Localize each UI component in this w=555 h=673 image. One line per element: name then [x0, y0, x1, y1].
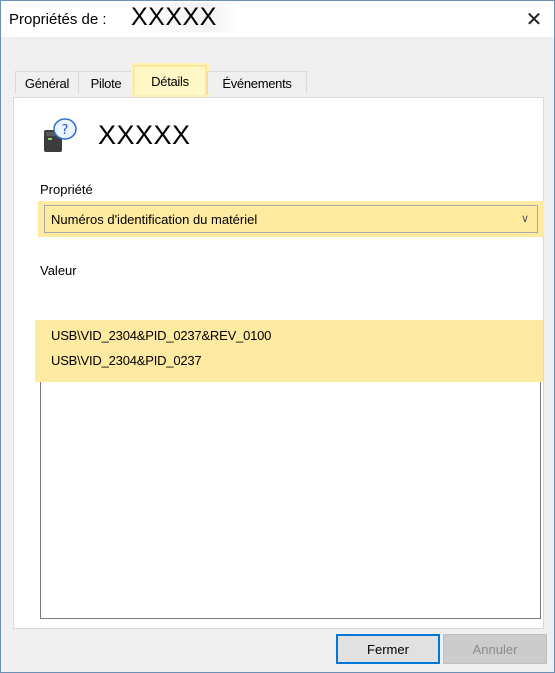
svg-text:?: ?	[62, 123, 69, 138]
properties-window: Propriétés de : XXXXX ✕ Général Pilote D…	[0, 0, 555, 673]
details-panel: ? XXXXX Propriété Numéros d'identificati…	[13, 97, 544, 629]
property-dropdown[interactable]: Numéros d'identification du matériel ∨	[44, 205, 538, 233]
tab-general[interactable]: Général	[15, 71, 79, 94]
unknown-device-icon: ?	[44, 118, 77, 152]
window-title: Propriétés de :	[9, 11, 107, 28]
device-name: XXXXX	[98, 120, 191, 150]
list-item[interactable]: USB\VID_2304&PID_0237	[51, 353, 202, 368]
tab-details[interactable]: Détails	[133, 65, 207, 95]
chevron-down-icon: ∨	[520, 213, 529, 225]
dialog-content: Général Pilote Détails Événements ? XXXX…	[1, 37, 554, 672]
title-bar[interactable]: Propriétés de : XXXXX ✕	[1, 1, 554, 37]
value-list[interactable]: USB\VID_2304&PID_0237&REV_0100 USB\VID_2…	[35, 320, 543, 619]
property-dropdown-value: Numéros d'identification du matériel	[51, 211, 258, 227]
value-label: Valeur	[40, 263, 77, 278]
list-item[interactable]: USB\VID_2304&PID_0237&REV_0100	[51, 328, 271, 343]
close-button[interactable]: Fermer	[336, 634, 440, 664]
tab-events[interactable]: Événements	[207, 71, 307, 94]
window-title-device-name: XXXXX	[127, 3, 239, 32]
tab-driver[interactable]: Pilote	[78, 71, 134, 94]
property-label: Propriété	[40, 182, 93, 197]
close-icon[interactable]: ✕	[514, 1, 554, 37]
cancel-button[interactable]: Annuler	[443, 634, 547, 664]
